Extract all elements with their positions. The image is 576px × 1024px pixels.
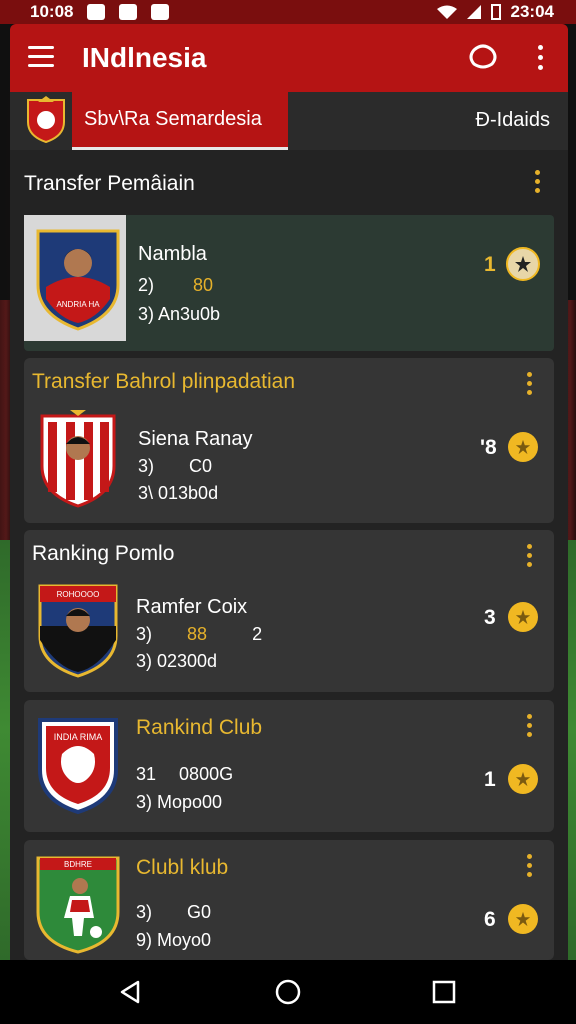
more-vert-icon[interactable] (524, 372, 534, 400)
star-badge-icon[interactable] (508, 602, 538, 632)
wifi-icon (436, 5, 457, 19)
crest-text: ANDRIA HA (56, 300, 100, 309)
player-name: Nambla (138, 243, 207, 265)
club-logo-icon (27, 96, 65, 144)
stat-value: 88 (187, 624, 208, 644)
recents-icon[interactable] (430, 978, 458, 1006)
player-stat-line: 2) 80 (138, 275, 213, 296)
stat-prefix: 3) (138, 456, 155, 476)
tab-row: Sbv\Ra Semardesia Ð-Idaids (10, 92, 568, 150)
more-vert-icon[interactable] (524, 714, 534, 742)
star-badge-icon[interactable] (508, 432, 538, 462)
player-stat-line: 3) C0 (138, 456, 212, 477)
card-title: Clubl klub (136, 856, 229, 879)
player-name: Siena Ranay (138, 428, 253, 450)
card-title: Ranking Pomlo (32, 542, 175, 565)
player-stat-line: 3) 02300d (136, 651, 218, 671)
star-badge-icon[interactable] (506, 247, 540, 281)
status-bar: 10:08 23:04 (0, 0, 576, 24)
player-crest-icon (40, 410, 116, 508)
star-badge-icon[interactable] (508, 764, 538, 794)
stat-value: G0 (187, 902, 212, 922)
notification-icon (151, 4, 170, 20)
club-card[interactable]: Clubl klub BDHRE 3) G0 9) Moyo0 6 (24, 840, 554, 960)
stat-prefix: 2) (138, 275, 155, 295)
stat-prefix: 31 (136, 764, 157, 784)
status-time-right: 23:04 (510, 2, 554, 21)
rank-number: 1 (484, 253, 496, 276)
chat-icon[interactable] (468, 42, 498, 72)
player-stat-line: 3\ 013b0d (138, 483, 219, 503)
crest-text: BDHRE (64, 860, 92, 869)
star-badge-icon[interactable] (508, 904, 538, 934)
crest-text: INDIA RIMA (54, 732, 103, 742)
stat-extra: 2 (252, 624, 263, 644)
club-crest-icon: BDHRE (36, 856, 120, 954)
menu-icon[interactable] (28, 46, 54, 68)
tab-other[interactable]: Ð-Idaids (476, 109, 550, 132)
rank-number: '8 (480, 436, 497, 459)
player-stat-line: 3) An3u0b (138, 304, 221, 324)
navigation-bar (0, 960, 576, 1024)
player-name: Ramfer Coix (136, 596, 248, 618)
notification-icon (87, 4, 106, 20)
player-card[interactable]: ANDRIA HA Nambla 2) 80 3) An3u0b 1 (24, 215, 554, 351)
stat-value: 0800G (179, 764, 234, 784)
club-card[interactable]: Rankind Club INDIA RIMA 31 0800G 3) Mopo… (24, 700, 554, 832)
club-stat-line: 31 0800G (136, 764, 233, 785)
more-vert-icon[interactable] (524, 544, 534, 572)
home-icon[interactable] (274, 978, 302, 1006)
more-vert-icon[interactable] (532, 170, 542, 198)
club-stat-line: 3) Mopo00 (136, 792, 223, 812)
player-crest-icon: ANDRIA HA (36, 229, 120, 331)
back-icon[interactable] (116, 978, 144, 1006)
player-stat-line: 3) 88 2 (136, 624, 262, 645)
battery-icon (490, 4, 501, 20)
status-time-left: 10:08 (30, 2, 74, 21)
app-title: INdlnesia (82, 42, 207, 73)
rank-number: 3 (484, 606, 496, 629)
card-title: Transfer Bahrol plinpadatian (32, 370, 296, 393)
stat-value: 80 (193, 275, 214, 295)
club-stat-line: 9) Moyo0 (136, 930, 212, 950)
player-card[interactable]: Ranking Pomlo ROHOOOO Ramfer Coix 3) 88 … (24, 530, 554, 692)
stat-prefix: 3) (136, 624, 153, 644)
rank-number: 6 (484, 908, 496, 931)
signal-icon (466, 5, 481, 19)
club-stat-line: 3) G0 (136, 902, 211, 923)
crest-text: ROHOOOO (57, 590, 100, 599)
tab-active[interactable]: Sbv\Ra Semardesia (72, 92, 288, 150)
rank-number: 1 (484, 768, 496, 791)
club-crest-icon: INDIA RIMA (38, 718, 118, 814)
stat-prefix: 3) (136, 902, 153, 922)
notification-icon (119, 4, 138, 20)
section-title: Transfer Pemâiain (24, 172, 195, 195)
player-crest-icon: ROHOOOO (38, 584, 118, 678)
more-vert-icon[interactable] (524, 854, 534, 882)
card-title: Rankind Club (136, 716, 263, 739)
player-card[interactable]: Transfer Bahrol plinpadatian Siena Ranay… (24, 358, 554, 523)
app-bar: INdlnesia (10, 24, 568, 92)
more-vert-icon[interactable] (530, 42, 550, 72)
stat-value: C0 (189, 456, 213, 476)
